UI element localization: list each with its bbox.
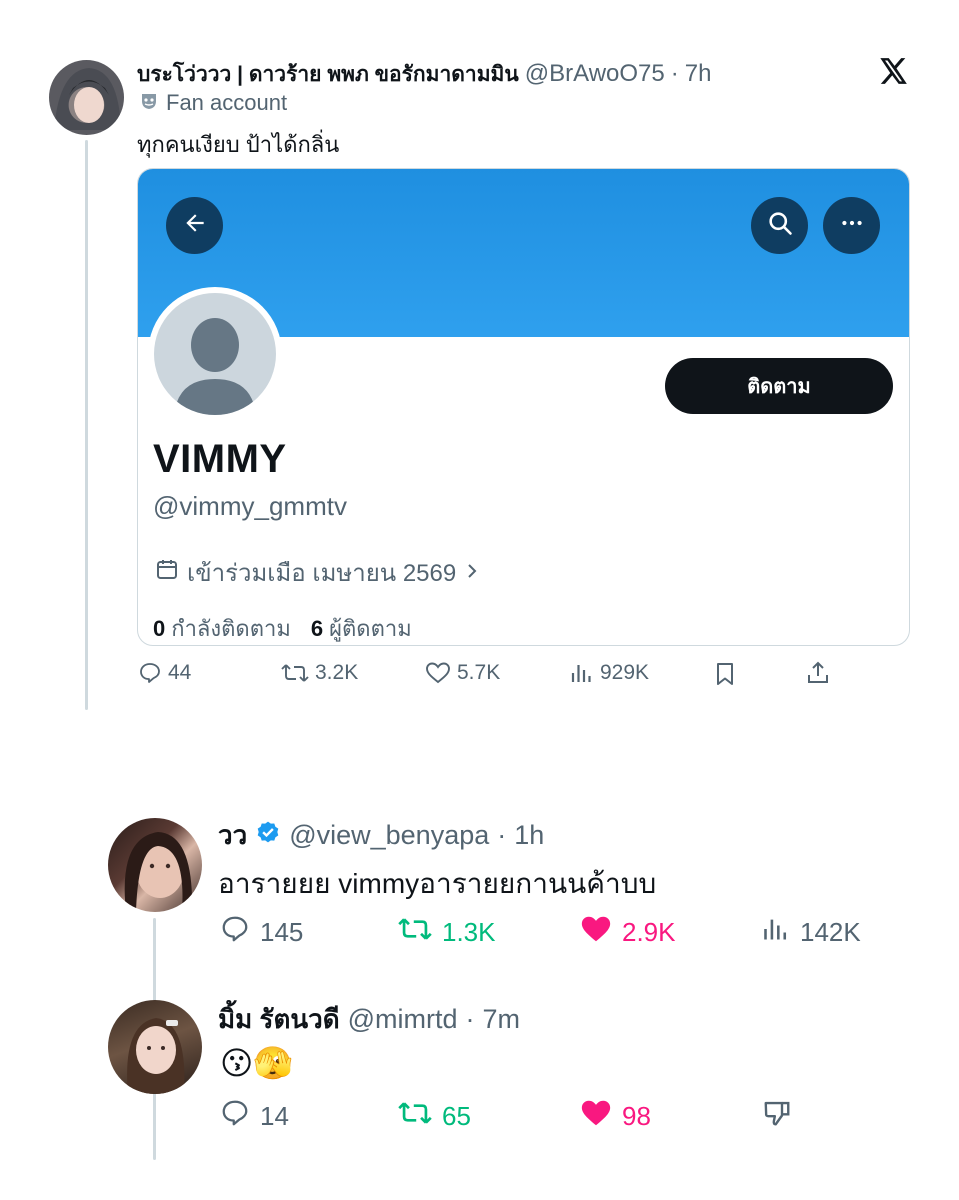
views-action[interactable]: 142K (762, 914, 861, 951)
follow-button-label: ติดตาม (747, 376, 811, 398)
reply-action[interactable]: 145 (220, 914, 303, 951)
profile-display-name: VIMMY (153, 437, 287, 481)
reply-avatar[interactable] (108, 1000, 202, 1094)
views-icon (762, 914, 790, 951)
badge-label: Fan account (166, 90, 288, 115)
fan-account-badge: Fan account (140, 90, 287, 116)
retweet-action[interactable]: 1.3K (398, 914, 496, 951)
thread-line (153, 1100, 156, 1160)
retweet-icon (398, 914, 432, 951)
reply-avatar[interactable] (108, 818, 202, 912)
followers-count[interactable]: 6 (311, 616, 323, 642)
heart-filled-icon (580, 914, 612, 951)
tweet-header: บระโว่ววว | ดาวร้าย พพภ ขอรักมาดามมิน @B… (137, 58, 711, 91)
reply-author-name[interactable]: วว (218, 815, 247, 856)
like-action[interactable]: 5.7K (425, 661, 500, 685)
reply-action[interactable]: 44 (138, 661, 191, 685)
tweet-text: ทุกคนเงียบ ป้าได้กลิ่น (137, 132, 340, 157)
calendar-icon (155, 557, 179, 588)
retweet-count: 1.3K (442, 917, 496, 947)
bookmark-action[interactable] (713, 661, 737, 687)
verified-badge-icon (255, 820, 281, 851)
followers-label[interactable]: ผู้ติดตาม (329, 611, 412, 645)
heart-filled-icon (580, 1098, 612, 1135)
reply-author-handle[interactable]: @view_benyapa (289, 820, 489, 851)
like-count: 5.7K (457, 661, 501, 684)
reply-count: 145 (260, 917, 304, 947)
reply-author-name[interactable]: มิ้ม รัตนวดี (218, 999, 340, 1040)
profile-username: @vimmy_gmmtv (153, 491, 347, 521)
search-button[interactable] (751, 197, 808, 254)
separator-dot: · (670, 60, 679, 87)
profile-screenshot-card[interactable]: ติดตาม VIMMY @vimmy_gmmtv เข้าร่วมเมือ เ… (137, 168, 910, 646)
back-button[interactable] (166, 197, 223, 254)
x-logo-icon[interactable] (880, 58, 908, 89)
author-handle[interactable]: @BrAwoO75 (525, 60, 665, 88)
more-dots-icon (838, 209, 866, 242)
reply-count: 14 (260, 1101, 289, 1131)
reply-time[interactable]: 1h (514, 820, 544, 851)
search-icon (766, 209, 794, 242)
reply-header: มิ้ม รัตนวดี @mimrtd · 7m (218, 999, 520, 1040)
mask-icon (140, 90, 158, 116)
like-count: 98 (622, 1101, 651, 1131)
reply-action[interactable]: 14 (220, 1098, 289, 1135)
reply-header: วว @view_benyapa · 1h (218, 815, 544, 856)
dislike-action[interactable] (762, 1098, 792, 1135)
following-count[interactable]: 0 (153, 616, 165, 642)
default-person-icon (154, 318, 276, 415)
like-action[interactable]: 98 (580, 1098, 651, 1135)
reply-count: 44 (168, 661, 192, 684)
retweet-action[interactable]: 65 (398, 1098, 471, 1135)
follow-counts: 0 กำลังติดตาม 6 ผู้ติดตาม (153, 611, 412, 645)
arrow-left-icon (182, 210, 208, 241)
reply-icon (138, 661, 162, 685)
like-action[interactable]: 2.9K (580, 914, 676, 951)
heart-icon (425, 661, 451, 685)
like-count: 2.9K (622, 917, 676, 947)
thumbs-down-icon (762, 1098, 792, 1135)
retweet-icon (398, 1098, 432, 1135)
reply-text: อารายยย vimmyอารายยกานนค้าบบ (218, 868, 657, 899)
retweet-action[interactable]: 3.2K (281, 661, 358, 685)
share-action[interactable] (806, 660, 830, 686)
retweet-count: 3.2K (315, 661, 359, 684)
profile-default-avatar[interactable] (148, 287, 282, 421)
separator-dot: · (497, 820, 507, 850)
tweet-time[interactable]: 7h (685, 60, 712, 88)
bookmark-icon (713, 661, 737, 687)
reply-author-handle[interactable]: @mimrtd (348, 1004, 458, 1035)
share-icon (806, 660, 830, 686)
views-count: 142K (800, 917, 861, 947)
joined-date-row[interactable]: เข้าร่วมเมือ เมษายน 2569 (155, 553, 480, 592)
views-icon (570, 661, 594, 685)
reply-icon (220, 914, 250, 951)
reply-time[interactable]: 7m (483, 1004, 521, 1035)
more-button[interactable] (823, 197, 880, 254)
reply-icon (220, 1098, 250, 1135)
views-count: 929K (600, 661, 650, 684)
author-avatar[interactable] (49, 60, 124, 135)
views-action[interactable]: 929K (570, 661, 649, 685)
reply-emoji-text: 😗🫣 (220, 1045, 294, 1081)
chevron-right-icon (464, 559, 480, 587)
retweet-count: 65 (442, 1101, 471, 1131)
author-name[interactable]: บระโว่ววว | ดาวร้าย พพภ ขอรักมาดามมิน (137, 58, 519, 91)
follow-button[interactable]: ติดตาม (665, 358, 893, 414)
retweet-icon (281, 661, 309, 685)
thread-line (85, 140, 88, 710)
separator-dot: · (465, 1004, 475, 1034)
following-label[interactable]: กำลังติดตาม (171, 611, 291, 645)
joined-text: เข้าร่วมเมือ เมษายน 2569 (187, 560, 457, 587)
